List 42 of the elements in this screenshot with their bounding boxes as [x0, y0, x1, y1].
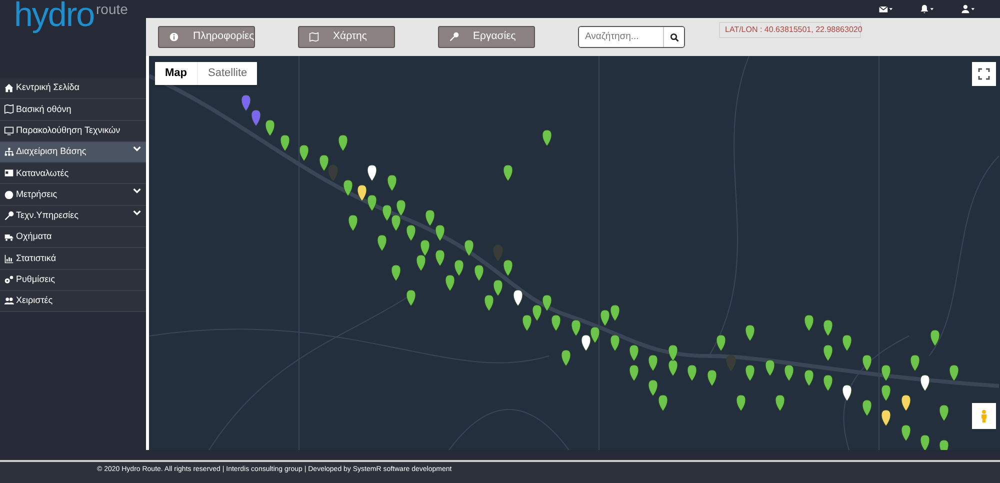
sidebar-item[interactable]: Στατιστικά — [0, 248, 146, 270]
bell-icon[interactable] — [918, 4, 935, 14]
toolbar-button[interactable]: Χάρτης — [298, 26, 395, 48]
person-icon — [979, 408, 989, 424]
monitor-icon — [4, 126, 14, 136]
sidebar-item[interactable]: Παρακολούθηση Τεχνικών — [0, 120, 146, 142]
truck-icon — [4, 232, 14, 242]
fullscreen-button[interactable] — [972, 62, 996, 86]
map-type-tab[interactable]: Map — [155, 62, 197, 85]
search-field[interactable]: Αναζήτηση... — [578, 26, 685, 48]
sidebar-item[interactable]: Ρυθμίσεις — [0, 270, 146, 291]
coordinates-text: LAT/LON : 40.63815501, 22.98863020 — [719, 22, 861, 38]
logo-text: hydro — [14, 0, 94, 32]
hierarchy-icon — [4, 147, 14, 158]
sidebar-item[interactable]: Κεντρική Σελίδα — [0, 78, 146, 100]
map-icon — [4, 104, 14, 114]
users-icon — [4, 296, 14, 306]
sidebar-item[interactable]: Βασική οθόνη — [0, 99, 146, 121]
map-icon — [309, 32, 319, 42]
bar-chart-icon — [4, 254, 14, 264]
sidebar-item[interactable]: Χειριστές — [0, 290, 146, 312]
map-type-tab[interactable]: Satellite — [197, 62, 258, 85]
map[interactable]: Map Satellite — [146, 56, 1000, 450]
circle-icon — [4, 190, 14, 200]
sidebar-item[interactable]: Μετρήσεις — [0, 184, 146, 206]
toolbar-button[interactable]: Πληροφορίες — [158, 26, 255, 48]
info-icon — [169, 32, 179, 42]
search-button[interactable] — [663, 27, 684, 47]
logo-subtext: route — [96, 2, 128, 16]
home-icon — [4, 83, 14, 94]
card-icon — [4, 168, 14, 178]
sidebar-item[interactable]: Καταναλωτές — [0, 163, 146, 184]
mail-icon[interactable] — [877, 4, 894, 14]
user-icon[interactable] — [959, 4, 976, 14]
gears-icon — [4, 274, 14, 285]
sidebar-item[interactable]: Τεχν.Υπηρεσίες — [0, 206, 146, 228]
sidebar-item[interactable]: Διαχείριση Βάσης — [0, 142, 146, 164]
map-markers-drawing[interactable] — [241, 94, 959, 450]
fullscreen-icon — [978, 68, 990, 80]
search-icon — [670, 32, 678, 42]
sidebar-item[interactable]: Οχήματα — [0, 227, 146, 248]
toolbar-button[interactable]: Εργασίες — [438, 26, 535, 48]
